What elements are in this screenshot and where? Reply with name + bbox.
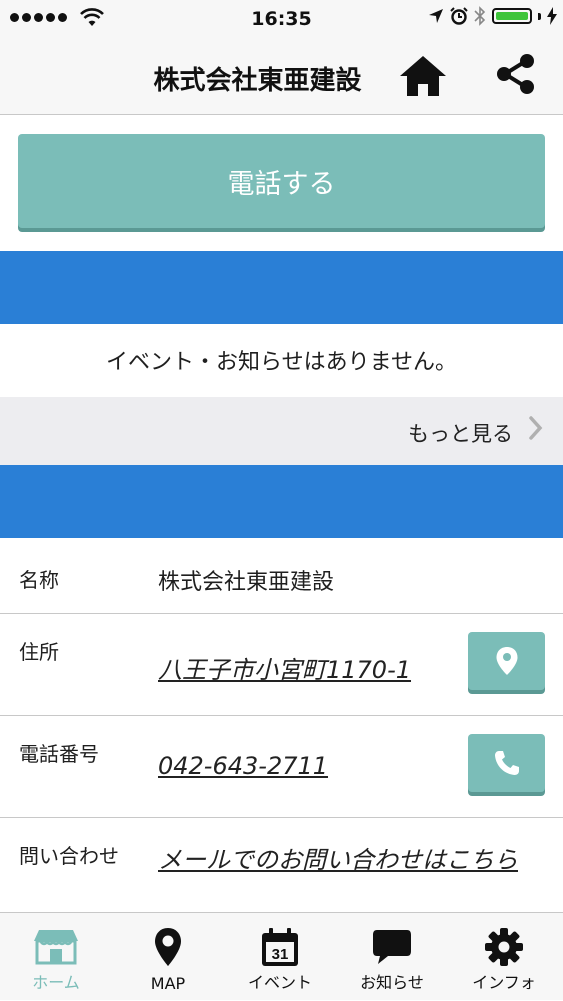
gear-icon [485, 928, 523, 966]
info-label: 問い合わせ [19, 844, 119, 868]
info-label: 住所 [19, 640, 59, 664]
events-empty-message: イベント・お知らせはありません。 [106, 350, 457, 375]
phone-icon [494, 751, 519, 775]
address-link[interactable]: 八王子市小宮町1170-1 [158, 650, 411, 685]
page-title: 株式会社東亜建設 [153, 66, 362, 96]
navigation-bar: 株式会社東亜建設 [0, 38, 563, 115]
battery-icon [492, 8, 532, 24]
bluetooth-icon [474, 6, 486, 26]
section-header-band [0, 465, 563, 538]
see-more-row[interactable]: もっと見る [0, 397, 563, 465]
chevron-right-icon [529, 416, 543, 440]
map-pin-icon [155, 928, 181, 966]
see-more-label: もっと見る [408, 422, 513, 446]
tab-label: インフォ [472, 973, 536, 992]
status-bar: 16:35 [0, 0, 563, 38]
info-row-name: 名称 株式会社東亜建設 [0, 538, 563, 614]
calendar-icon: 31 [262, 928, 298, 966]
call-button[interactable]: 電話する [18, 134, 545, 228]
home-icon[interactable] [398, 54, 448, 98]
tab-label: ホーム [32, 973, 80, 992]
tab-label: イベント [247, 973, 312, 992]
contact-email-link[interactable]: メールでのお問い合わせはこちら [158, 840, 518, 875]
info-value: 株式会社東亜建設 [158, 570, 335, 595]
section-header-band [0, 251, 563, 324]
location-arrow-icon [429, 9, 443, 23]
tab-home[interactable]: ホーム [0, 913, 112, 1001]
store-icon [34, 930, 78, 965]
share-icon[interactable] [494, 52, 538, 96]
phone-call-button[interactable] [468, 734, 545, 792]
map-pin-button[interactable] [468, 632, 545, 690]
tab-info[interactable]: インフォ [448, 913, 560, 1001]
info-label: 電話番号 [19, 742, 99, 766]
info-label: 名称 [19, 568, 59, 592]
tab-label: お知らせ [360, 973, 424, 992]
tab-bar: ホーム MAP 31 イベント お知らせ インフォ [0, 912, 563, 1000]
map-pin-icon [496, 647, 517, 675]
info-row-address: 住所 八王子市小宮町1170-1 [0, 614, 563, 716]
tab-events[interactable]: 31 イベント [224, 913, 336, 1001]
charging-bolt-icon [547, 7, 557, 25]
tab-map[interactable]: MAP [112, 913, 224, 1001]
chat-bubble-icon [373, 930, 411, 964]
info-row-phone: 電話番号 042-643-2711 [0, 716, 563, 818]
calendar-date: 31 [272, 946, 289, 963]
tab-label: MAP [150, 974, 186, 993]
info-row-contact: 問い合わせ メールでのお問い合わせはこちら [0, 818, 563, 912]
tab-news[interactable]: お知らせ [336, 913, 448, 1001]
alarm-clock-icon [450, 7, 468, 25]
phone-link[interactable]: 042-643-2711 [158, 752, 328, 780]
